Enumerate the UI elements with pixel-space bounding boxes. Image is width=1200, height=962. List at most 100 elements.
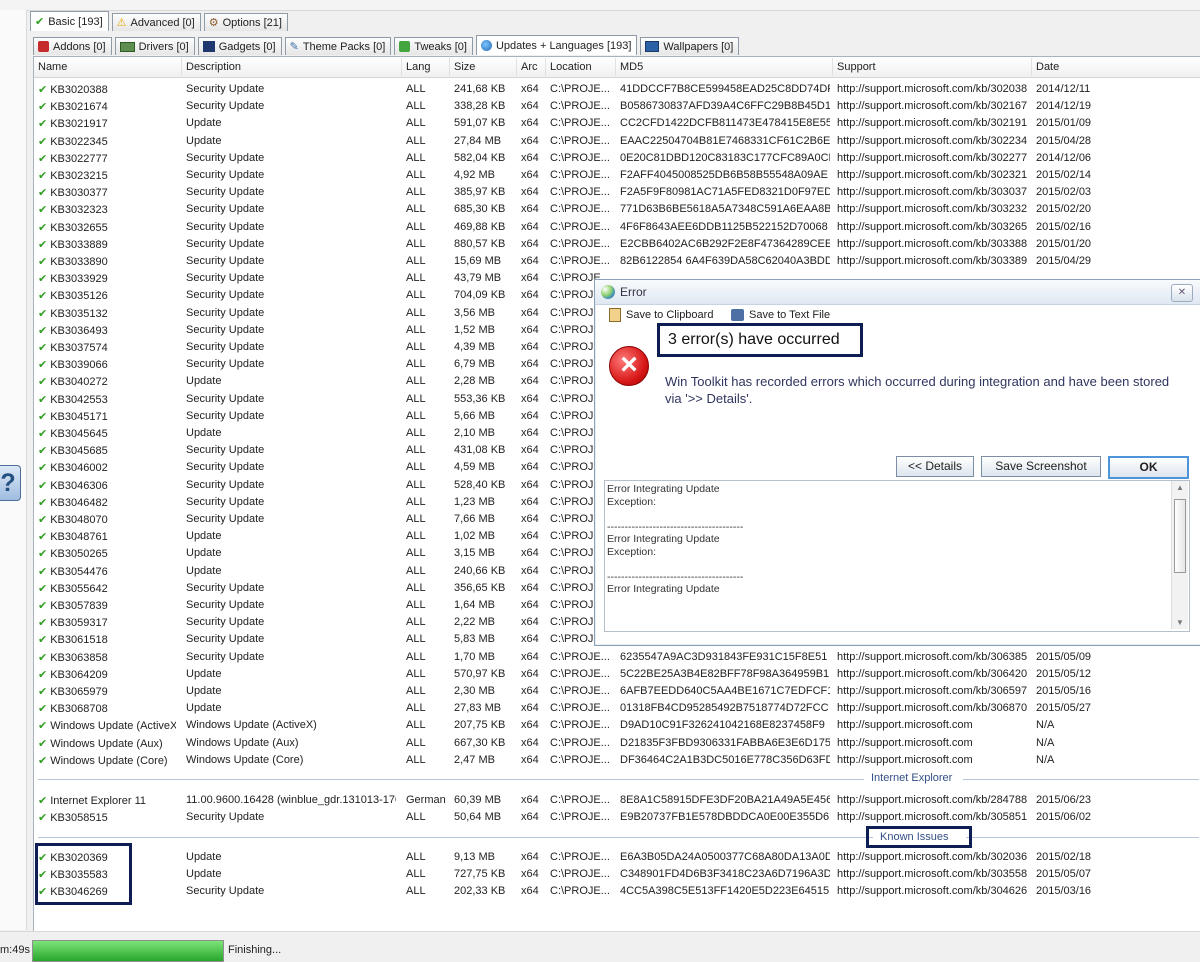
table-row[interactable]: ✔ KB3033889 Security Update ALL 880,57 KB x64… <box>34 236 1200 253</box>
table-row[interactable]: ✔ Windows Update (Aux) Windows Update (Aux… <box>34 735 1200 752</box>
checkmark-icon[interactable]: ✔ <box>38 634 47 646</box>
table-row[interactable]: ✔ KB3020388 Security Update ALL 241,68 KB x64… <box>34 81 1200 98</box>
table-row[interactable]: ✔ KB3022777 Security Update ALL 582,04 KB x64… <box>34 150 1200 167</box>
checkmark-icon[interactable]: ✔ <box>38 170 47 182</box>
checkmark-icon[interactable]: ✔ <box>38 101 47 113</box>
tab-0[interactable]: Addons [0] <box>33 37 112 55</box>
table-row[interactable]: ✔ KB3021674 Security Update ALL 338,28 KB x64… <box>34 98 1200 115</box>
checkmark-icon[interactable]: ✔ <box>38 411 47 423</box>
save-to-text-file-button[interactable]: Save to Text File <box>731 307 830 323</box>
checkmark-icon[interactable]: ✔ <box>38 325 47 337</box>
checkmark-icon[interactable]: ✔ <box>38 531 47 543</box>
table-row[interactable]: ✔ Internet Explorer 11 11.00.9600.16428 (w… <box>34 792 1200 809</box>
column-header-arc[interactable]: Arc <box>521 61 545 75</box>
checkmark-icon[interactable]: ✔ <box>38 153 47 165</box>
cell-arc: x64 <box>521 564 539 577</box>
table-row[interactable]: ✔ KB3068708 Update ALL 27,83 MB x64 C:\PROJE..… <box>34 700 1200 717</box>
checkmark-icon[interactable]: ✔ <box>38 136 47 148</box>
column-header-description[interactable]: Description <box>186 61 396 75</box>
checkmark-icon[interactable]: ✔ <box>38 703 47 715</box>
tab-6[interactable]: Wallpapers [0] <box>640 37 740 55</box>
table-row[interactable]: ✔ KB3032655 Security Update ALL 469,88 KB x64… <box>34 219 1200 236</box>
cell-location: C:\PROJE... <box>550 134 610 147</box>
cell-size: 582,04 KB <box>454 151 506 164</box>
checkmark-icon[interactable]: ✔ <box>38 548 47 560</box>
tab-1[interactable]: ⚠ Advanced [0] <box>111 13 201 31</box>
checkmark-icon[interactable]: ✔ <box>38 290 47 302</box>
details-scrollbar[interactable]: ▲ ▼ <box>1171 481 1188 629</box>
details-button[interactable]: << Details <box>896 456 974 477</box>
checkmark-icon[interactable]: ✔ <box>38 239 47 251</box>
table-row[interactable]: ✔ KB3032323 Security Update ALL 685,30 KB x64… <box>34 201 1200 218</box>
error-details-box[interactable]: Error Integrating Update Exception: ----… <box>604 480 1190 632</box>
checkmark-icon[interactable]: ✔ <box>38 720 47 732</box>
checkmark-icon[interactable]: ✔ <box>38 376 47 388</box>
checkmark-icon[interactable]: ✔ <box>38 686 47 698</box>
table-row[interactable]: ✔ KB3033890 Security Update ALL 15,69 MB x64 C… <box>34 253 1200 270</box>
checkmark-icon[interactable]: ✔ <box>38 497 47 509</box>
help-icon[interactable]: ? <box>0 465 21 501</box>
checkmark-icon[interactable]: ✔ <box>38 669 47 681</box>
table-row[interactable]: ✔ KB3063858 Security Update ALL 1,70 MB x64 C:… <box>34 649 1200 666</box>
checkmark-icon[interactable]: ✔ <box>38 118 47 130</box>
tab-0[interactable]: ✔ Basic [193] <box>30 11 109 31</box>
table-row[interactable]: ✔ KB3020369 Update ALL 9,13 MB x64 C:\PROJE...… <box>34 849 1200 866</box>
checkmark-icon[interactable]: ✔ <box>38 795 47 807</box>
checkmark-icon[interactable]: ✔ <box>38 308 47 320</box>
tab-5[interactable]: Updates + Languages [193] <box>475 35 638 55</box>
checkmark-icon[interactable]: ✔ <box>38 755 47 767</box>
checkmark-icon[interactable]: ✔ <box>38 514 47 526</box>
table-row[interactable]: ✔ KB3030377 Security Update ALL 385,97 KB x64… <box>34 184 1200 201</box>
checkmark-icon[interactable]: ✔ <box>38 600 47 612</box>
checkmark-icon[interactable]: ✔ <box>38 480 47 492</box>
checkmark-icon[interactable]: ✔ <box>38 84 47 96</box>
save-to-clipboard-button[interactable]: Save to Clipboard <box>609 307 713 323</box>
cell-lang: ALL <box>406 427 426 439</box>
column-header-date[interactable]: Date <box>1036 61 1116 75</box>
checkmark-icon[interactable]: ✔ <box>38 256 47 268</box>
column-header-md5[interactable]: MD5 <box>620 61 830 75</box>
column-header-location[interactable]: Location <box>550 61 612 75</box>
checkmark-icon[interactable]: ✔ <box>38 394 47 406</box>
checkmark-icon[interactable]: ✔ <box>38 187 47 199</box>
checkmark-icon[interactable]: ✔ <box>38 738 47 750</box>
table-row[interactable]: ✔ KB3021917 Update ALL 591,07 KB x64 C:\PROJE.… <box>34 115 1200 132</box>
column-header-lang[interactable]: Lang <box>406 61 448 75</box>
checkmark-icon[interactable]: ✔ <box>38 566 47 578</box>
tab-2[interactable]: Gadgets [0] <box>197 37 282 55</box>
scrollbar-thumb[interactable] <box>1174 499 1186 573</box>
checkmark-icon[interactable]: ✔ <box>38 342 47 354</box>
table-row[interactable]: ✔ KB3064209 Update ALL 570,97 KB x64 C:\PROJE.… <box>34 666 1200 683</box>
checkmark-icon[interactable]: ✔ <box>38 812 47 824</box>
checkmark-icon[interactable]: ✔ <box>38 273 47 285</box>
table-row[interactable]: ✔ KB3046269 Security Update ALL 202,33 KB x64… <box>34 883 1200 900</box>
checkmark-icon[interactable]: ✔ <box>38 652 47 664</box>
checkmark-icon[interactable]: ✔ <box>38 359 47 371</box>
checkmark-icon[interactable]: ✔ <box>38 428 47 440</box>
tab-3[interactable]: ✎ Theme Packs [0] <box>284 37 392 55</box>
scroll-up-icon[interactable]: ▲ <box>1176 483 1184 492</box>
tab-1[interactable]: Drivers [0] <box>114 37 195 55</box>
checkmark-icon[interactable]: ✔ <box>38 462 47 474</box>
checkmark-icon[interactable]: ✔ <box>38 204 47 216</box>
table-row[interactable]: ✔ Windows Update (Core) Windows Update (Co… <box>34 752 1200 769</box>
column-header-support[interactable]: Support <box>837 61 1027 75</box>
table-row[interactable]: ✔ KB3022345 Update ALL 27,84 MB x64 C:\PROJE..… <box>34 133 1200 150</box>
checkmark-icon[interactable]: ✔ <box>38 583 47 595</box>
table-row[interactable]: ✔ KB3035583 Update ALL 727,75 KB x64 C:\PROJE.… <box>34 866 1200 883</box>
checkmark-icon[interactable]: ✔ <box>38 617 47 629</box>
tab-2[interactable]: ⚙ Options [21] <box>203 13 288 31</box>
checkmark-icon[interactable]: ✔ <box>38 445 47 457</box>
tab-4[interactable]: Tweaks [0] <box>394 37 473 55</box>
column-header-size[interactable]: Size <box>454 61 516 75</box>
save-screenshot-button[interactable]: Save Screenshot <box>981 456 1101 477</box>
scroll-down-icon[interactable]: ▼ <box>1176 618 1184 627</box>
table-row[interactable]: ✔ Windows Update (ActiveX) Windows Update … <box>34 717 1200 734</box>
table-row[interactable]: ✔ KB3065979 Update ALL 2,30 MB x64 C:\PROJE...… <box>34 683 1200 700</box>
table-row[interactable]: ✔ KB3023215 Security Update ALL 4,92 MB x64 C:… <box>34 167 1200 184</box>
table-row[interactable]: ✔ KB3058515 Security Update ALL 50,64 MB x64 C… <box>34 809 1200 826</box>
column-header-name[interactable]: Name <box>38 61 176 75</box>
close-button[interactable]: ✕ <box>1171 284 1193 302</box>
checkmark-icon[interactable]: ✔ <box>38 222 47 234</box>
ok-button[interactable]: OK <box>1108 456 1189 479</box>
